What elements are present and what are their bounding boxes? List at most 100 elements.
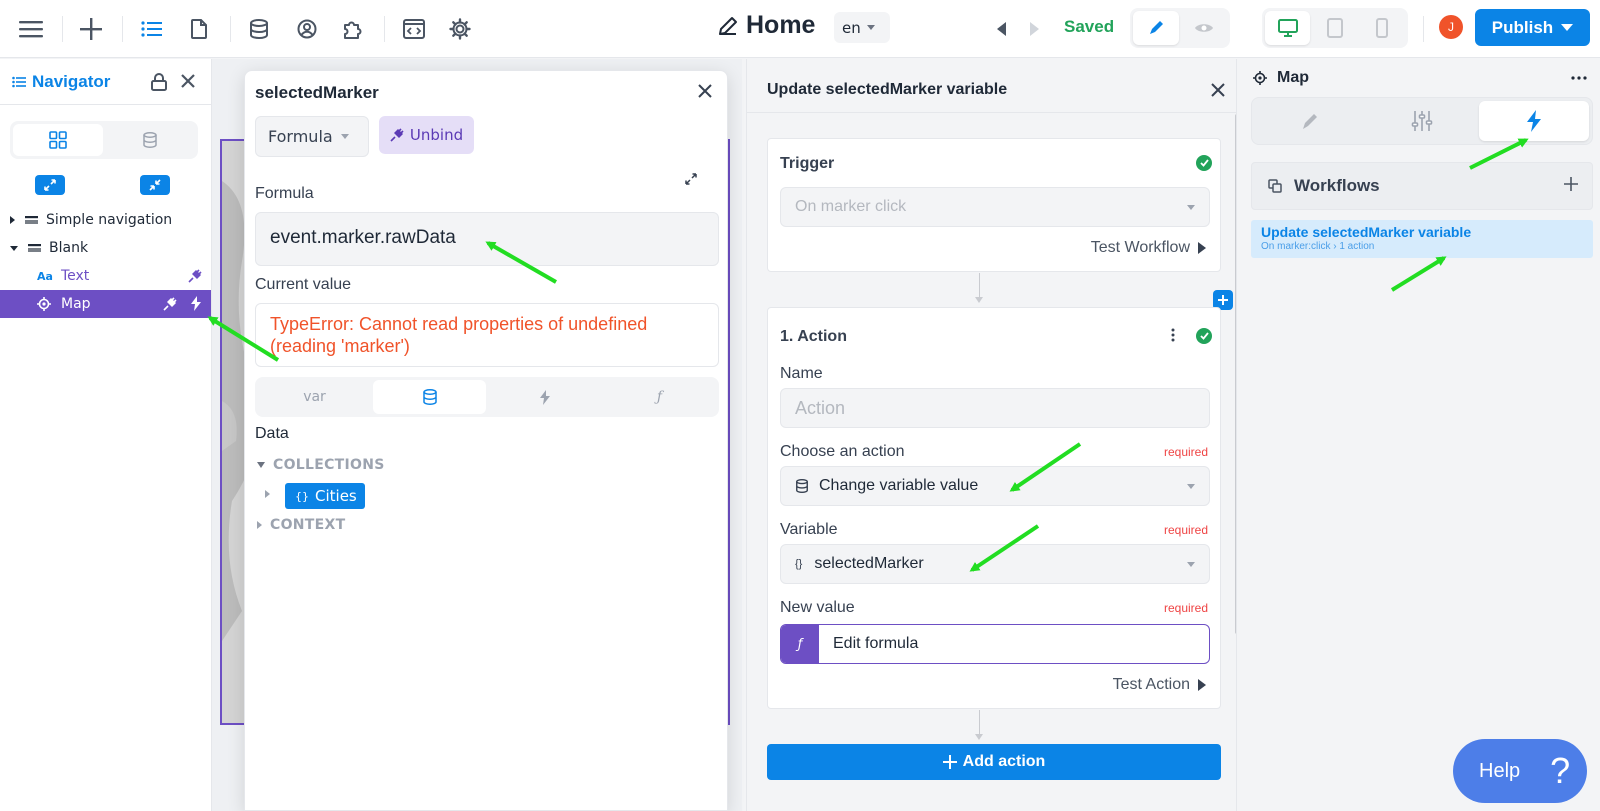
undo-arrow-icon[interactable] bbox=[992, 13, 1012, 45]
context-section[interactable]: CONTEXT bbox=[257, 517, 345, 533]
properties-tabs bbox=[1251, 97, 1593, 145]
workflow-item-subtitle: On marker:click › 1 action bbox=[1261, 241, 1375, 252]
tab-settings[interactable] bbox=[1367, 101, 1477, 141]
unbind-button[interactable]: Unbind bbox=[379, 116, 474, 154]
trigger-select[interactable]: On marker click bbox=[780, 187, 1210, 227]
close-icon[interactable] bbox=[180, 73, 196, 89]
collection-item-label: Cities bbox=[315, 487, 357, 505]
help-button[interactable]: Help ? bbox=[1453, 739, 1587, 803]
user-circle-icon[interactable] bbox=[290, 13, 324, 45]
edit-mode-button[interactable] bbox=[1133, 11, 1179, 45]
database-icon[interactable] bbox=[242, 13, 276, 45]
language-select[interactable]: en bbox=[834, 12, 890, 43]
context-label: CONTEXT bbox=[270, 517, 346, 533]
workflow-list-item[interactable]: Update selectedMarker variable On marker… bbox=[1251, 220, 1593, 258]
desktop-view-button[interactable] bbox=[1265, 11, 1311, 45]
publish-button[interactable]: Publish bbox=[1475, 9, 1590, 46]
navigator-panel: Navigator Simple navigation Blank Aa Tex… bbox=[0, 59, 212, 811]
tab-data[interactable] bbox=[373, 380, 486, 414]
settings-gear-icon[interactable] bbox=[443, 13, 477, 45]
page-icon[interactable] bbox=[182, 13, 216, 45]
unplug-icon bbox=[390, 128, 404, 142]
plug-icon[interactable] bbox=[188, 269, 202, 283]
add-workflow-button[interactable] bbox=[1564, 177, 1578, 191]
collapse-icon bbox=[149, 179, 161, 191]
puzzle-icon[interactable] bbox=[336, 13, 370, 45]
collection-item-cities[interactable]: {} Cities bbox=[285, 483, 365, 509]
test-action-button[interactable]: Test Action bbox=[1113, 676, 1206, 694]
name-label: Name bbox=[780, 365, 823, 382]
check-circle-icon bbox=[1196, 155, 1212, 171]
variable-select[interactable]: {} selectedMarker bbox=[780, 544, 1210, 584]
chevron-right-icon[interactable] bbox=[265, 490, 270, 498]
copy-stack-icon bbox=[1268, 179, 1282, 193]
collapse-all-button[interactable] bbox=[140, 175, 170, 195]
chevron-down-icon bbox=[1561, 24, 1574, 31]
test-action-label: Test Action bbox=[1112, 676, 1190, 693]
close-icon[interactable] bbox=[697, 83, 717, 103]
tab-functions[interactable]: ƒ bbox=[603, 380, 716, 414]
binding-mode-select[interactable]: Formula bbox=[255, 116, 369, 157]
mobile-view-button[interactable] bbox=[1360, 11, 1405, 45]
formula-editor[interactable]: event.marker.rawData bbox=[255, 212, 719, 266]
variable-value: selectedMarker bbox=[814, 555, 924, 572]
add-icon[interactable] bbox=[74, 13, 108, 45]
chevron-down-icon bbox=[1187, 484, 1195, 489]
expand-all-button[interactable] bbox=[35, 175, 65, 195]
section-icon bbox=[28, 243, 41, 253]
formula-source-tabs: var ƒ bbox=[255, 377, 719, 417]
function-icon: ƒ bbox=[781, 625, 819, 663]
choose-action-select[interactable]: Change variable value bbox=[780, 466, 1210, 506]
trigger-card: Trigger On marker click Test Workflow bbox=[767, 138, 1221, 272]
edit-formula-label: Edit formula bbox=[833, 635, 919, 652]
tree-item-simple-navigation[interactable]: Simple navigation bbox=[0, 206, 211, 234]
plus-icon bbox=[1564, 177, 1578, 191]
tab-layers[interactable] bbox=[13, 124, 103, 156]
more-vertical-icon[interactable] bbox=[1171, 328, 1175, 342]
tab-style[interactable] bbox=[1255, 101, 1365, 141]
tab-data[interactable] bbox=[105, 124, 195, 156]
chevron-down-icon[interactable] bbox=[10, 245, 18, 251]
navigator-title: Navigator bbox=[32, 71, 111, 91]
play-icon bbox=[1198, 242, 1206, 254]
redo-arrow-icon[interactable] bbox=[1024, 13, 1044, 45]
tree-item-text[interactable]: Aa Text bbox=[0, 262, 211, 290]
database-icon bbox=[422, 389, 437, 405]
workflow-title: Update selectedMarker variable bbox=[767, 81, 1008, 98]
tree-item-map[interactable]: Map bbox=[0, 290, 211, 318]
tab-workflows[interactable] bbox=[1479, 101, 1589, 141]
page-title[interactable]: Home bbox=[716, 11, 815, 40]
divider bbox=[384, 16, 385, 42]
hamburger-menu-icon[interactable] bbox=[14, 13, 48, 45]
tab-variables[interactable]: var bbox=[258, 380, 371, 414]
binding-mode-value: Formula bbox=[268, 127, 333, 146]
lock-icon[interactable] bbox=[151, 73, 167, 91]
code-window-icon[interactable] bbox=[397, 13, 431, 45]
chevron-right-icon bbox=[257, 521, 262, 529]
sliders-icon bbox=[1411, 111, 1433, 131]
more-horizontal-icon[interactable] bbox=[1571, 76, 1587, 80]
connector-line bbox=[979, 710, 980, 734]
bolt-icon[interactable] bbox=[191, 296, 201, 311]
chevron-right-icon[interactable] bbox=[10, 216, 15, 224]
preview-mode-button[interactable] bbox=[1181, 11, 1227, 45]
tablet-view-button[interactable] bbox=[1312, 11, 1357, 45]
formula-popup: selectedMarker Formula Unbind Formula ev… bbox=[244, 70, 728, 811]
collections-section[interactable]: COLLECTIONS bbox=[257, 457, 385, 473]
user-avatar[interactable]: J bbox=[1439, 15, 1463, 39]
tree-item-label: Simple navigation bbox=[46, 212, 173, 228]
list-icon[interactable] bbox=[135, 13, 169, 45]
plug-icon[interactable] bbox=[163, 297, 177, 311]
action-name-input[interactable]: Action bbox=[780, 388, 1210, 428]
expand-icon[interactable] bbox=[685, 173, 697, 185]
test-workflow-button[interactable]: Test Workflow bbox=[1091, 239, 1206, 257]
device-toggle bbox=[1262, 8, 1408, 48]
tab-workflows[interactable] bbox=[488, 380, 601, 414]
mobile-icon bbox=[1376, 18, 1389, 38]
tree-item-blank[interactable]: Blank bbox=[0, 234, 211, 262]
chevron-down-icon bbox=[1187, 562, 1195, 567]
new-value-formula-field[interactable]: ƒ Edit formula bbox=[780, 624, 1210, 664]
workflows-label: Workflows bbox=[1294, 176, 1380, 195]
add-action-button[interactable]: Add action bbox=[767, 744, 1221, 780]
close-icon[interactable] bbox=[1211, 83, 1225, 97]
